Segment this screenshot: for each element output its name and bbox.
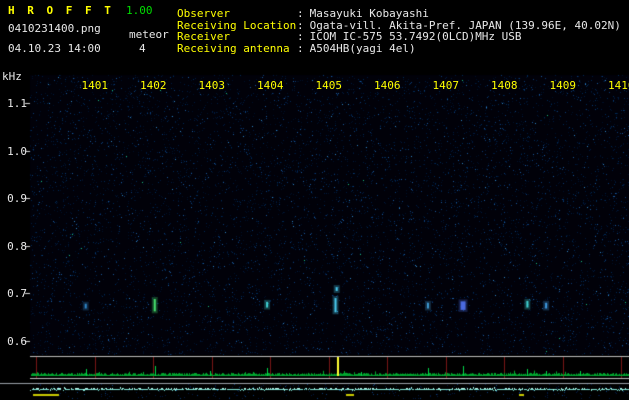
observation-info-line: Receiving antenna: A504HB(yagi 4el) <box>177 42 416 55</box>
time-tick-label: 1402 <box>140 79 167 92</box>
freq-unit-label: kHz <box>2 70 22 83</box>
output-filename: 0410231400.png <box>8 22 101 35</box>
info-value: A504HB(yagi 4el) <box>309 41 416 55</box>
mode-label: meteor <box>129 28 169 41</box>
freq-tick-label: 0.8 <box>7 239 27 253</box>
time-tick-label: 1406 <box>374 79 401 92</box>
time-tick-label: 1404 <box>257 79 284 92</box>
time-tick-label: 1408 <box>491 79 518 92</box>
freq-tick-label: 1.1 <box>7 97 27 111</box>
info-separator: : <box>297 41 304 55</box>
echo-count: 4 <box>139 42 146 55</box>
time-tick-label: 1405 <box>315 79 343 92</box>
time-tick-label: 1409 <box>549 79 577 92</box>
time-tick-label: 1410 <box>608 79 629 92</box>
datetime-label: 04.10.23 14:00 <box>8 42 101 55</box>
freq-tick-label: 0.6 <box>7 334 27 348</box>
freq-tick-label: 0.9 <box>7 192 27 206</box>
hrofft-screen: H R O F F T 1.00 0410231400.png meteor 0… <box>0 0 629 400</box>
time-tick-label: 1407 <box>432 79 460 92</box>
time-tick-label: 1403 <box>198 79 226 92</box>
app-title: H R O F F T <box>8 4 114 17</box>
freq-tick-label: 1.0 <box>7 144 27 158</box>
spectrogram-plot <box>0 0 629 400</box>
info-label: Receiving antenna <box>177 41 290 55</box>
time-tick-label: 1401 <box>81 79 109 92</box>
app-version: 1.00 <box>126 4 153 17</box>
freq-tick-label: 0.7 <box>7 287 27 301</box>
